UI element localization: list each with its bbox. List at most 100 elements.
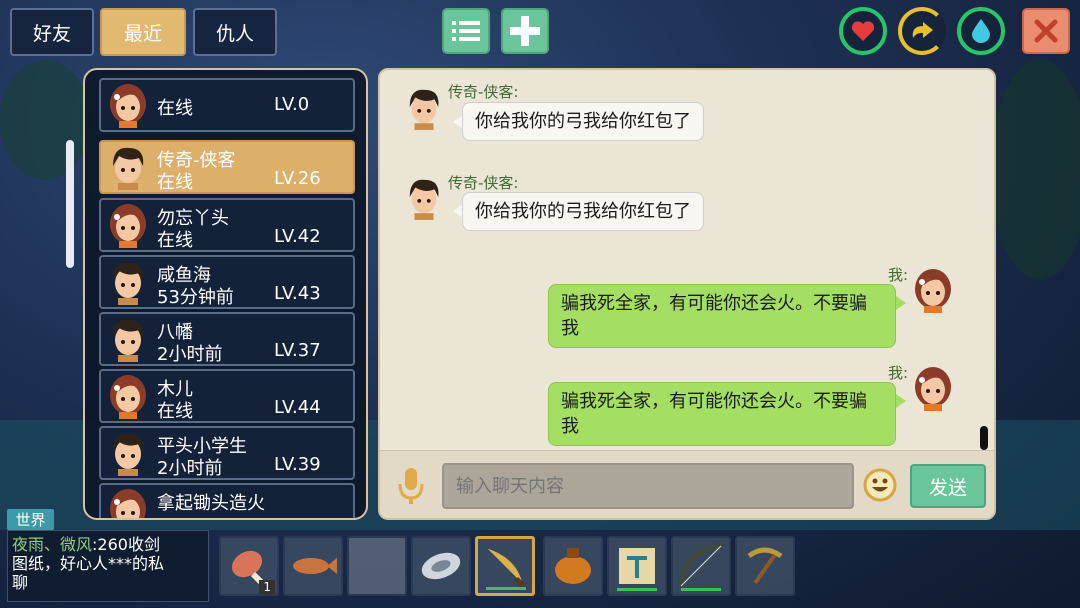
- send-button[interactable]: 发送: [910, 464, 986, 508]
- tab-recent[interactable]: 最近: [100, 8, 186, 56]
- durability-bar: [617, 588, 657, 591]
- microphone-icon[interactable]: [396, 466, 426, 506]
- blueprint-icon: [619, 548, 655, 584]
- world-chat-box[interactable]: 夜雨、微风:260收剑 图纸，好心人***的私 聊: [7, 530, 209, 602]
- friend-level: LV.37: [274, 340, 321, 361]
- friend-item[interactable]: 木儿 在线 LV.44: [99, 369, 355, 423]
- friends-list: 在线 LV.0 传奇-侠客 在线 LV.26 勿忘丫头 在线 LV.42 咸鱼海…: [83, 68, 368, 520]
- friends-scrollbar[interactable]: [66, 140, 74, 268]
- world-chat-text: :260收剑: [92, 535, 160, 554]
- chat-panel: 传奇-侠客: 你给我你的弓我给你红包了 传奇-侠客: 你给我你的弓我给你红包了 …: [378, 68, 996, 520]
- curved-sword-icon: [487, 548, 525, 588]
- friend-item[interactable]: 在线 LV.0: [99, 78, 355, 132]
- friend-level: LV.44: [274, 397, 321, 418]
- hotbar-slot[interactable]: [283, 536, 343, 596]
- pickaxe-icon: [747, 547, 783, 585]
- hotbar-slot[interactable]: 1: [219, 536, 279, 596]
- bow-icon: [678, 543, 722, 587]
- list-button[interactable]: [442, 8, 490, 54]
- chat-input[interactable]: [442, 463, 854, 509]
- friend-status: 2小时前: [157, 458, 223, 479]
- sender-avatar-icon: [409, 89, 439, 130]
- water-drop-icon: [972, 19, 990, 43]
- girl-avatar-icon: [110, 375, 146, 419]
- boy-avatar-icon: [113, 319, 144, 362]
- message-sender: 我:: [888, 364, 909, 382]
- message-text-line: 骗我死全家，有可能你还会火。不要骗: [561, 293, 867, 314]
- message-text-line: 我: [561, 416, 579, 437]
- fish-icon: [293, 558, 337, 574]
- hotbar-slot[interactable]: [607, 536, 667, 596]
- sender-avatar-icon: [409, 179, 439, 220]
- list-icon: [452, 21, 480, 41]
- message-sender: 我:: [888, 266, 909, 284]
- bubble-tail: [896, 296, 906, 310]
- friend-status: 在线: [157, 230, 193, 251]
- girl-avatar-icon: [110, 489, 146, 518]
- friend-item[interactable]: 勿忘丫头 在线 LV.42: [99, 198, 355, 252]
- health-status[interactable]: [839, 7, 887, 55]
- message-bubble: 骗我死全家，有可能你还会火。不要骗 我: [548, 382, 896, 446]
- bubble-tail: [896, 394, 906, 408]
- friend-item[interactable]: 咸鱼海 53分钟前 LV.43: [99, 255, 355, 309]
- girl-avatar-icon: [110, 84, 146, 128]
- message-text-line: 我: [561, 318, 579, 339]
- hotbar-slot-selected[interactable]: [475, 536, 535, 596]
- bag-icon: [555, 548, 591, 584]
- friend-level: LV.43: [274, 283, 321, 304]
- friend-status: 53分钟前: [157, 287, 234, 308]
- world-chat-text: 图纸，好心人***的私: [12, 554, 165, 573]
- friend-level: LV.39: [274, 454, 321, 475]
- friend-level: LV.42: [274, 226, 321, 247]
- emoji-icon[interactable]: [863, 468, 897, 502]
- friend-item[interactable]: 八幡 2小时前 LV.37: [99, 312, 355, 366]
- thirst-status[interactable]: [957, 7, 1005, 55]
- close-button[interactable]: [1022, 8, 1070, 54]
- hunger-icon: [912, 22, 933, 38]
- friend-item[interactable]: 平头小学生 2小时前 LV.39: [99, 426, 355, 480]
- friend-status: 2小时前: [157, 344, 223, 365]
- message-bubble: 你给我你的弓我给你红包了: [462, 102, 704, 141]
- boy-avatar-icon: [113, 262, 144, 305]
- tab-enemies[interactable]: 仇人: [193, 8, 277, 56]
- message-text-line: 骗我死全家，有可能你还会火。不要骗: [561, 391, 867, 412]
- tab-friends[interactable]: 好友: [10, 8, 94, 56]
- heart-icon: [851, 21, 875, 41]
- friend-level: LV.0: [274, 94, 310, 115]
- message-bubble: 骗我死全家，有可能你还会火。不要骗 我: [548, 284, 896, 348]
- hotbar-slot[interactable]: [671, 536, 731, 596]
- hotbar-slot-empty[interactable]: [347, 536, 407, 596]
- girl-avatar-icon: [110, 204, 146, 248]
- close-icon: [1034, 19, 1058, 43]
- boy-avatar-icon: [113, 147, 144, 190]
- hotbar-slot[interactable]: [735, 536, 795, 596]
- chat-input-bar: 发送: [380, 450, 994, 518]
- friend-status: 在线: [157, 98, 193, 119]
- message-sender: 传奇-侠客:: [448, 174, 519, 192]
- friend-status: 在线: [157, 172, 193, 193]
- message-sender: 传奇-侠客:: [448, 83, 519, 101]
- background-foliage: [0, 60, 90, 180]
- background-foliage: [990, 60, 1080, 280]
- hunger-status[interactable]: [898, 7, 946, 55]
- friend-name: 拿起锄头造火: [157, 493, 265, 514]
- friend-level: LV.26: [274, 168, 321, 189]
- world-chat-sender: 夜雨、微风: [12, 535, 93, 554]
- add-friend-button[interactable]: [501, 8, 549, 54]
- durability-bar: [486, 587, 526, 590]
- hotbar-slot[interactable]: [543, 536, 603, 596]
- item-count: 1: [259, 580, 275, 594]
- shell-icon: [421, 552, 461, 580]
- my-avatar-icon: [915, 269, 951, 313]
- friend-status: 在线: [157, 401, 193, 422]
- friend-item[interactable]: 拿起锄头造火: [99, 483, 355, 518]
- friend-item-selected[interactable]: 传奇-侠客 在线 LV.26: [99, 140, 355, 194]
- my-avatar-icon: [915, 367, 951, 411]
- world-channel-badge[interactable]: 世界: [7, 509, 54, 530]
- durability-bar: [681, 588, 721, 591]
- chat-scrollbar[interactable]: [980, 426, 988, 450]
- boy-avatar-icon: [113, 433, 144, 476]
- plus-icon: [510, 16, 540, 46]
- world-chat-text: 聊: [12, 573, 29, 592]
- hotbar-slot[interactable]: [411, 536, 471, 596]
